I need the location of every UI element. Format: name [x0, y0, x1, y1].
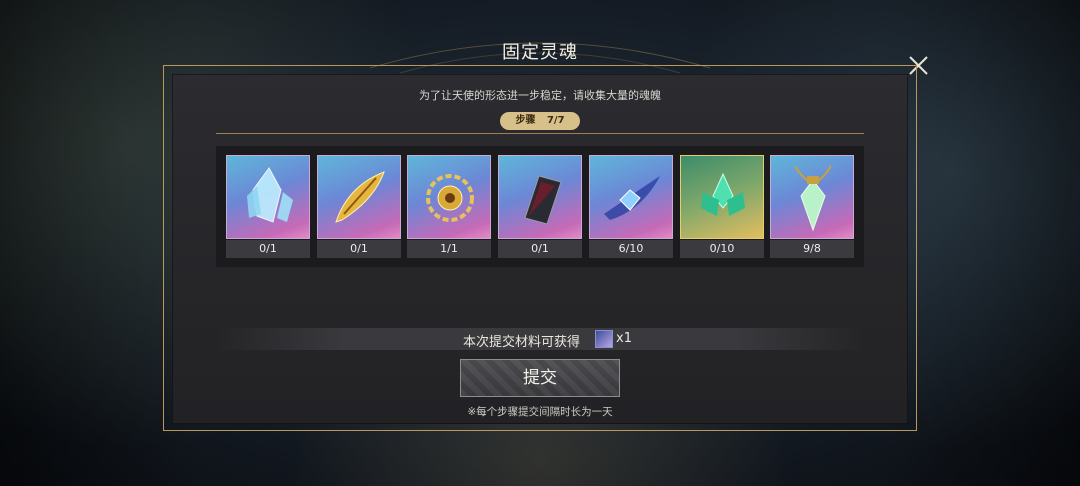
material-count: 0/10	[680, 240, 764, 258]
material-count: 9/8	[770, 240, 854, 258]
material-count: 0/1	[226, 240, 310, 258]
green-lotus-icon	[701, 172, 745, 216]
material-slot-7[interactable]: 9/8	[770, 155, 854, 258]
step-badge: 步骤 7/7	[500, 112, 580, 130]
material-tile	[407, 155, 491, 239]
material-tile	[770, 155, 854, 239]
step-value: 7/7	[546, 115, 565, 126]
submit-button[interactable]: 提交	[460, 359, 620, 397]
reward-quantity: x1	[616, 331, 632, 346]
material-count: 6/10	[589, 240, 673, 258]
dark-book-icon	[524, 175, 562, 225]
material-slot-4[interactable]: 0/1	[498, 155, 582, 258]
golden-feather-icon	[335, 171, 385, 223]
material-slot-6[interactable]: 0/10	[680, 155, 764, 258]
crystal-cluster-icon	[247, 167, 293, 223]
step-divider	[216, 133, 864, 134]
step-label: 步骤	[515, 115, 536, 126]
material-slot-5[interactable]: 6/10	[589, 155, 673, 258]
submit-note: ※每个步骤提交间隔时长为一天	[467, 406, 613, 418]
material-count: 0/1	[498, 240, 582, 258]
blue-gem-icon	[604, 176, 660, 220]
dialog-subtitle: 为了让天使的形态进一步稳定，请收集大量的魂魄	[419, 89, 661, 102]
material-tile	[680, 155, 764, 239]
reward-text: 本次提交材料可获得	[463, 335, 581, 350]
soul-card-icon	[595, 330, 613, 348]
material-slot-2[interactable]: 0/1	[317, 155, 401, 258]
material-tile	[589, 155, 673, 239]
material-count: 0/1	[317, 240, 401, 258]
material-tile	[317, 155, 401, 239]
material-count: 1/1	[407, 240, 491, 258]
material-tile	[226, 155, 310, 239]
golden-flower-icon	[426, 174, 474, 222]
material-slot-3[interactable]: 1/1	[407, 155, 491, 258]
material-slot-1[interactable]: 0/1	[226, 155, 310, 258]
material-tile	[498, 155, 582, 239]
green-pendant-icon	[794, 165, 832, 232]
